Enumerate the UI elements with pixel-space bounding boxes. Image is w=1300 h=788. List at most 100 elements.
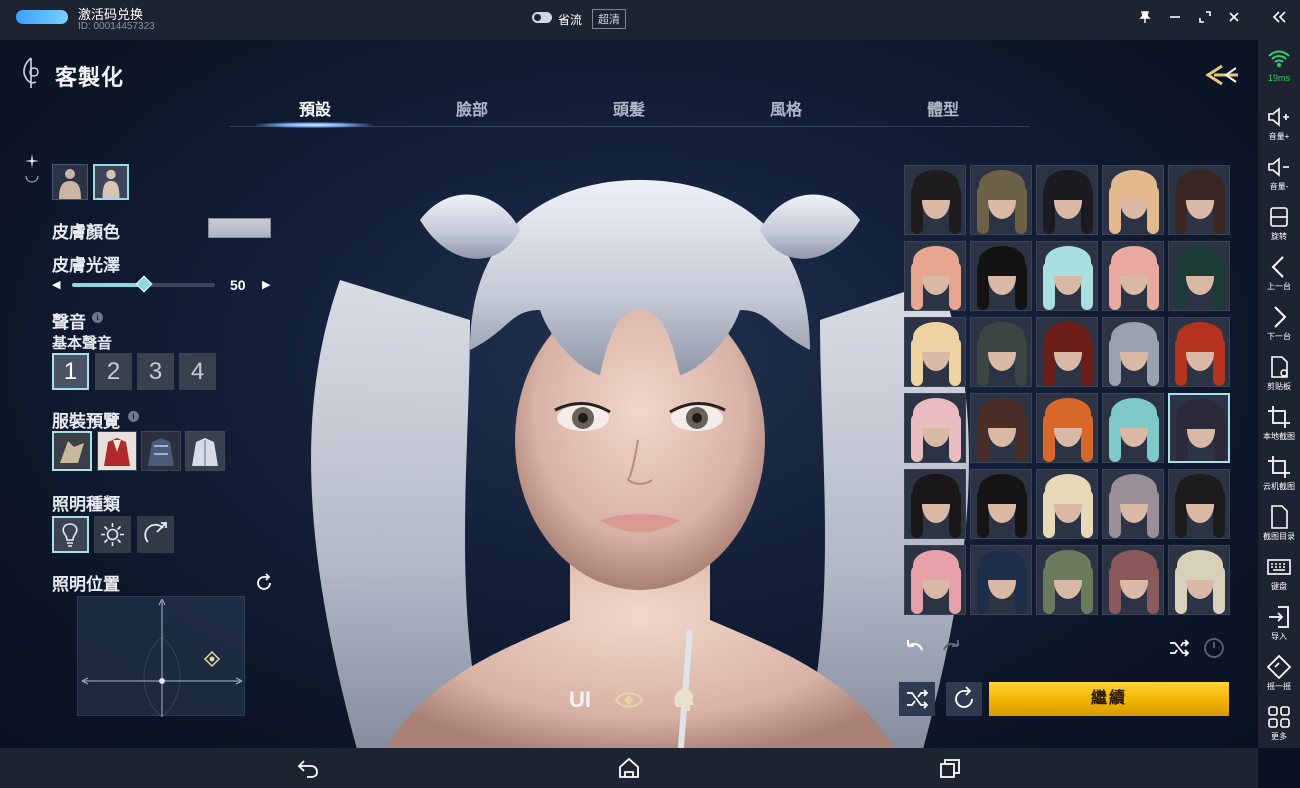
outfit-info-icon[interactable]: i: [128, 411, 139, 422]
hair-top: [979, 474, 1025, 504]
reset-lighting-icon[interactable]: [254, 573, 274, 593]
reset-icon[interactable]: [1202, 636, 1226, 660]
hair-preset-r2c2[interactable]: [970, 241, 1032, 311]
hair-top: [1045, 398, 1091, 428]
sidebar-clipboard[interactable]: 剪贴板: [1258, 354, 1300, 392]
expand-icon[interactable]: [1196, 10, 1214, 28]
sidebar-local-screenshot[interactable]: 本地截图: [1258, 404, 1300, 442]
outfit-option-dark[interactable]: [141, 431, 181, 471]
outfit-option-default[interactable]: [52, 431, 92, 471]
minimize-icon[interactable]: [1166, 10, 1184, 28]
redo-icon[interactable]: [940, 634, 964, 658]
head-view-icon[interactable]: [668, 685, 698, 715]
quality-selector[interactable]: 超清: [592, 9, 626, 29]
tab-hair[interactable]: 頭髮: [589, 96, 669, 120]
sidebar-prev-device[interactable]: 上一台: [1258, 254, 1300, 292]
hair-preset-r4c1[interactable]: [904, 393, 966, 463]
continue-button[interactable]: 繼續: [989, 682, 1229, 716]
hair-preset-r6c2[interactable]: [970, 545, 1032, 615]
close-icon[interactable]: [1225, 10, 1243, 28]
hair-preset-r2c3[interactable]: [1036, 241, 1098, 311]
hair-preset-r1c2[interactable]: [970, 165, 1032, 235]
back-button[interactable]: [1200, 60, 1242, 90]
sidebar-screenshot-folder[interactable]: 截图目录: [1258, 504, 1300, 542]
hair-preset-r6c5[interactable]: [1168, 545, 1230, 615]
hair-preset-r3c2[interactable]: [970, 317, 1032, 387]
hair-preset-r2c1[interactable]: [904, 241, 966, 311]
shuffle-icon[interactable]: [1167, 636, 1191, 660]
tab-body[interactable]: 體型: [903, 96, 983, 120]
outfit-option-red[interactable]: [97, 431, 137, 471]
hair-preset-r1c4[interactable]: [1102, 165, 1164, 235]
game-viewport[interactable]: 客製化 預設 臉部 頭髮 風格 體型 皮膚顏色 皮膚光澤 ◀ 50 ▶ 聲音 i…: [0, 40, 1258, 748]
sidebar-keyboard[interactable]: 键盘: [1258, 554, 1300, 592]
hair-preset-r3c3[interactable]: [1036, 317, 1098, 387]
hair-preset-r2c5[interactable]: [1168, 241, 1230, 311]
light-position-marker[interactable]: [203, 650, 221, 668]
gloss-decrease-icon[interactable]: ◀: [52, 278, 60, 291]
character-preview[interactable]: [300, 160, 980, 748]
sidebar-volume-up[interactable]: 音量+: [1258, 104, 1300, 142]
data-saver-toggle[interactable]: [532, 12, 552, 23]
hair-preset-r5c5[interactable]: [1168, 469, 1230, 539]
collapse-icon[interactable]: [1270, 10, 1288, 28]
voice-button-3[interactable]: 3: [137, 353, 174, 390]
lighting-bulb-button[interactable]: [52, 516, 89, 553]
lighting-sun-button[interactable]: [94, 516, 131, 553]
sidebar-more[interactable]: 更多: [1258, 704, 1300, 742]
refresh-button[interactable]: [946, 682, 982, 716]
hair-top: [1177, 550, 1223, 580]
sidebar-label: 截图目录: [1263, 532, 1295, 541]
hair-preset-r2c4[interactable]: [1102, 241, 1164, 311]
voice-button-1[interactable]: 1: [52, 353, 89, 390]
hair-preset-r5c2[interactable]: [970, 469, 1032, 539]
hair-preset-r1c3[interactable]: [1036, 165, 1098, 235]
tab-style[interactable]: 風格: [746, 96, 826, 120]
hair-preset-r3c4[interactable]: [1102, 317, 1164, 387]
hair-preset-r4c2[interactable]: [970, 393, 1032, 463]
sidebar-rotate[interactable]: 旋转: [1258, 204, 1300, 242]
hair-preset-r6c4[interactable]: [1102, 545, 1164, 615]
sidebar-volume-down[interactable]: 音量-: [1258, 154, 1300, 192]
hair-preset-r5c3[interactable]: [1036, 469, 1098, 539]
gloss-slider-handle[interactable]: [135, 275, 152, 293]
hair-preset-r1c1[interactable]: [904, 165, 966, 235]
sidebar-cloud-screenshot[interactable]: 云机截图: [1258, 454, 1300, 492]
randomize-button[interactable]: [899, 682, 935, 716]
hair-preset-r1c5[interactable]: [1168, 165, 1230, 235]
voice-info-icon[interactable]: i: [92, 312, 103, 323]
hair-preset-r3c1[interactable]: [904, 317, 966, 387]
toggle-ui-button[interactable]: UI: [565, 685, 595, 715]
recents-icon[interactable]: [938, 757, 962, 779]
sidebar-shake[interactable]: 摇一摇: [1258, 654, 1300, 692]
hair-preset-r6c3[interactable]: [1036, 545, 1098, 615]
hair-preset-r4c4[interactable]: [1102, 393, 1164, 463]
gloss-increase-icon[interactable]: ▶: [262, 278, 270, 291]
eye-view-icon[interactable]: [614, 685, 644, 715]
back-icon[interactable]: [296, 757, 320, 779]
hair-top: [979, 398, 1025, 428]
hair-preset-r5c4[interactable]: [1102, 469, 1164, 539]
hair-preset-r3c5[interactable]: [1168, 317, 1230, 387]
hair-preset-r5c1[interactable]: [904, 469, 966, 539]
skin-color-swatch[interactable]: [208, 218, 271, 238]
lighting-position-pad[interactable]: [77, 596, 245, 718]
tab-preset[interactable]: 預設: [275, 96, 355, 120]
body-type-male[interactable]: [52, 164, 88, 200]
hair-preset-r4c3[interactable]: [1036, 393, 1098, 463]
sidebar-label: 旋转: [1271, 232, 1287, 241]
sidebar-import[interactable]: 导入: [1258, 604, 1300, 642]
voice-button-2[interactable]: 2: [95, 353, 132, 390]
sidebar-next-device[interactable]: 下一台: [1258, 304, 1300, 342]
hair-preset-r4c5[interactable]: [1168, 393, 1230, 463]
home-icon[interactable]: [617, 757, 641, 779]
hair-preset-r6c1[interactable]: [904, 545, 966, 615]
undo-icon[interactable]: [902, 634, 926, 658]
tab-face[interactable]: 臉部: [432, 96, 512, 120]
body-type-female[interactable]: [93, 164, 129, 200]
outfit-option-white[interactable]: [185, 431, 225, 471]
lighting-custom-button[interactable]: [137, 516, 174, 553]
outfit-white-icon: [192, 438, 218, 466]
pin-icon[interactable]: [1136, 10, 1154, 28]
voice-button-4[interactable]: 4: [179, 353, 216, 390]
